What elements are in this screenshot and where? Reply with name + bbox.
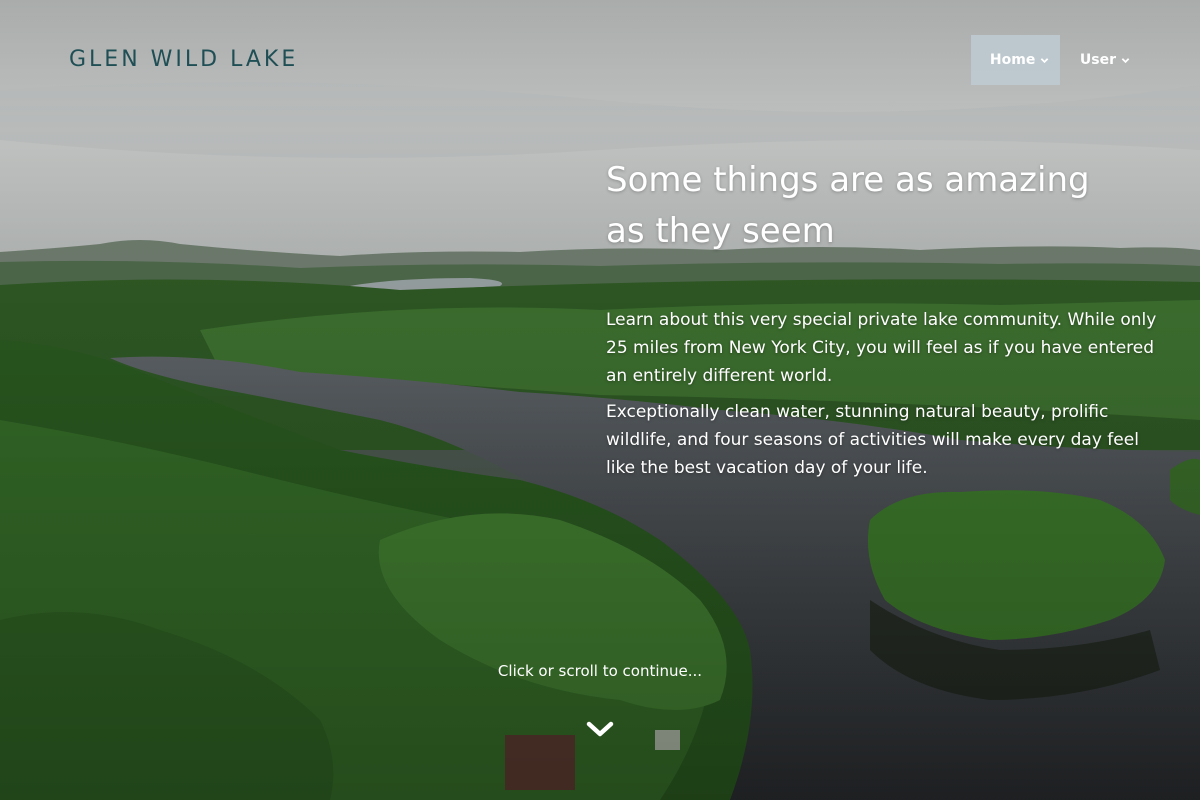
chevron-down-icon[interactable] (586, 719, 614, 741)
site-header: GLEN WILD LAKE Home User (0, 0, 1200, 120)
chevron-down-icon (1121, 57, 1130, 63)
nav-item-home[interactable]: Home (970, 35, 1060, 85)
chevron-down-icon (1041, 57, 1049, 63)
scroll-prompt[interactable]: Click or scroll to continue... (0, 662, 1200, 680)
nav-item-user[interactable]: User (1060, 35, 1130, 85)
hero-headline: Some things are as amazing as they seem (606, 160, 1090, 251)
main-nav: Home User (970, 35, 1130, 85)
nav-item-label: User (1079, 52, 1116, 68)
intro-paragraph: Learn about this very special private la… (606, 310, 1157, 386)
hero-intro: Learn about this very special private la… (606, 306, 1166, 490)
site-logo[interactable]: GLEN WILD LAKE (69, 47, 298, 72)
nav-item-label: Home (989, 52, 1036, 68)
hero-section: GLEN WILD LAKE Home User Some things are… (0, 0, 1200, 800)
intro-paragraph: Exceptionally clean water, stunning natu… (606, 402, 1139, 478)
